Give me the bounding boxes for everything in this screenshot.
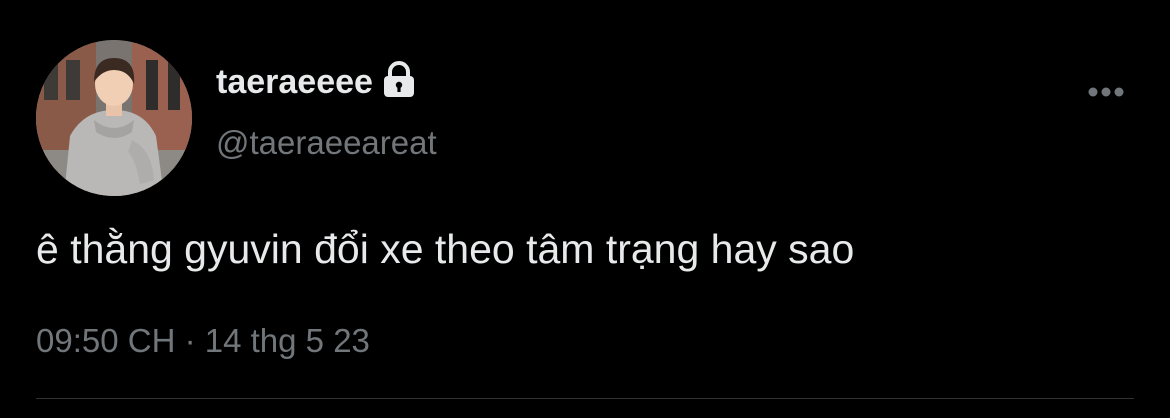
avatar-photo <box>36 40 192 196</box>
tweet-date[interactable]: 14 thg 5 23 <box>205 322 370 359</box>
tweet-time[interactable]: 09:50 CH <box>36 322 175 359</box>
tweet-meta: 09:50 CH · 14 thg 5 23 <box>36 322 370 360</box>
more-horizontal-icon[interactable] <box>1086 82 1130 102</box>
avatar[interactable] <box>36 40 192 196</box>
tweet-text: ê thằng gyuvin đổi xe theo tâm trạng hay… <box>36 226 855 272</box>
tweet: taeraeeee @taeraeeareat ê thằng gyuvin đ… <box>0 0 1170 418</box>
user-handle[interactable]: @taeraeeareat <box>216 124 437 162</box>
lock-icon <box>381 61 417 99</box>
display-name[interactable]: taeraeeee <box>216 63 373 102</box>
display-name-row: taeraeeee <box>216 60 417 104</box>
divider <box>36 398 1134 399</box>
meta-separator: · <box>184 322 196 359</box>
